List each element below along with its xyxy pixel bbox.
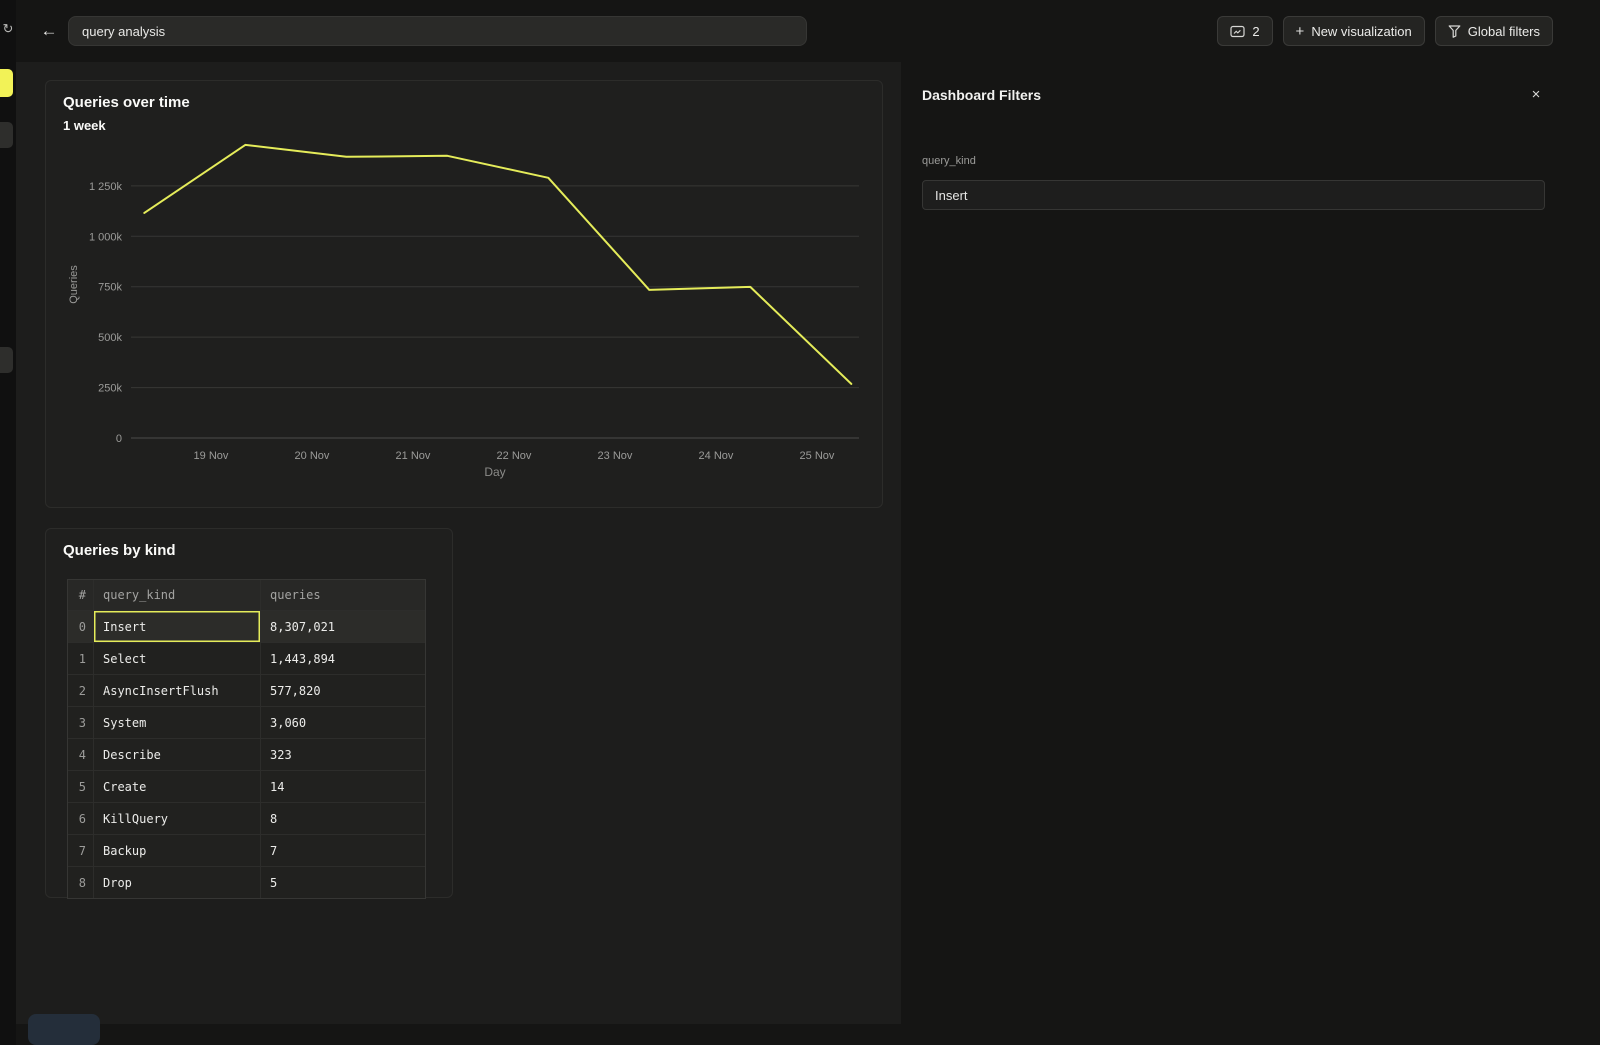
query-kind-cell[interactable]: Describe: [94, 739, 261, 770]
chart-frame-icon: [1230, 25, 1245, 38]
queries-cell: 577,820: [261, 675, 425, 706]
chart-line: [144, 145, 851, 384]
y-tick-label: 0: [116, 433, 122, 445]
query-kind-filter-input[interactable]: Insert: [922, 180, 1545, 210]
row-index: 2: [68, 675, 94, 706]
x-tick-label: 22 Nov: [497, 450, 532, 462]
row-index: 5: [68, 771, 94, 802]
table-row[interactable]: 7Backup7: [68, 834, 425, 866]
query-kind-cell[interactable]: Select: [94, 643, 261, 674]
queries-cell: 323: [261, 739, 425, 770]
filters-panel-header: Dashboard Filters ×: [922, 86, 1545, 104]
close-icon[interactable]: ×: [1527, 86, 1545, 104]
x-axis-label: Day: [484, 465, 505, 479]
x-tick-label: 20 Nov: [295, 450, 330, 462]
plus-icon: +: [1296, 24, 1305, 39]
row-index: 8: [68, 867, 94, 898]
global-filters-button[interactable]: Global filters: [1435, 16, 1553, 46]
query-kind-cell[interactable]: KillQuery: [94, 803, 261, 834]
query-kind-cell[interactable]: System: [94, 707, 261, 738]
table-row[interactable]: 6KillQuery8: [68, 802, 425, 834]
line-chart: 0 250k 500k 750k 1 000k 1 250k 19 Nov 20 Nov 21 …: [46, 131, 882, 491]
queries-cell: 8: [261, 803, 425, 834]
column-header-index[interactable]: #: [68, 580, 94, 610]
x-tick-label: 25 Nov: [800, 450, 835, 462]
x-tick-label: 23 Nov: [598, 450, 633, 462]
query-kind-filter-label: query_kind: [922, 155, 976, 167]
table-body: 0Insert8,307,0211Select1,443,8942AsyncIn…: [68, 610, 425, 898]
row-index: 0: [68, 611, 94, 642]
table-row[interactable]: 0Insert8,307,021: [68, 610, 425, 642]
bottom-left-widget[interactable]: [28, 1014, 100, 1045]
queries-cell: 8,307,021: [261, 611, 425, 642]
rail-item[interactable]: [0, 122, 13, 148]
back-button[interactable]: ←: [36, 18, 62, 44]
y-tick-label: 1 250k: [89, 181, 123, 193]
queries-cell: 7: [261, 835, 425, 866]
y-tick-label: 750k: [98, 282, 122, 294]
chart-title: Queries over time: [63, 94, 190, 111]
query-kind-cell[interactable]: Insert: [94, 611, 261, 642]
row-index: 4: [68, 739, 94, 770]
table-row[interactable]: 3System3,060: [68, 706, 425, 738]
y-tick-label: 500k: [98, 332, 122, 344]
dashboard-filters-panel: Dashboard Filters × query_kind Insert: [901, 62, 1600, 1045]
new-visualization-button[interactable]: + New visualization: [1283, 16, 1425, 46]
query-kind-cell[interactable]: Backup: [94, 835, 261, 866]
queries-cell: 14: [261, 771, 425, 802]
refresh-icon[interactable]: ↻: [0, 21, 16, 37]
left-rail: ↻: [0, 0, 16, 1045]
queries-cell: 3,060: [261, 707, 425, 738]
main-content: Queries over time 1 week 0250k500k750k1 …: [16, 62, 901, 1024]
x-tick-label: 19 Nov: [194, 450, 229, 462]
x-tick-label: 21 Nov: [396, 450, 431, 462]
app-root: ↻ ← 2 + New visualization Global filters: [0, 0, 1600, 1045]
row-index: 1: [68, 643, 94, 674]
query-kind-cell[interactable]: Create: [94, 771, 261, 802]
visualizations-count-button[interactable]: 2: [1217, 16, 1272, 46]
column-header-query-kind[interactable]: query_kind: [94, 580, 261, 610]
queries-cell: 1,443,894: [261, 643, 425, 674]
table-card: Queries by kind # query_kind queries 0In…: [45, 528, 453, 898]
table-title: Queries by kind: [63, 542, 176, 559]
queries-table: # query_kind queries 0Insert8,307,0211Se…: [67, 579, 426, 899]
table-row[interactable]: 4Describe323: [68, 738, 425, 770]
new-visualization-label: New visualization: [1311, 24, 1411, 39]
column-header-queries[interactable]: queries: [261, 580, 425, 610]
queries-cell: 5: [261, 867, 425, 898]
row-index: 7: [68, 835, 94, 866]
rail-item[interactable]: [0, 347, 13, 373]
row-index: 6: [68, 803, 94, 834]
query-kind-cell[interactable]: AsyncInsertFlush: [94, 675, 261, 706]
rail-item-active[interactable]: [0, 69, 13, 97]
pages-count: 2: [1252, 24, 1259, 39]
filters-panel-title: Dashboard Filters: [922, 87, 1041, 103]
table-row[interactable]: 1Select1,443,894: [68, 642, 425, 674]
table-row[interactable]: 5Create14: [68, 770, 425, 802]
query-kind-cell[interactable]: Drop: [94, 867, 261, 898]
topbar-actions: 2 + New visualization Global filters: [1217, 16, 1553, 46]
table-row[interactable]: 2AsyncInsertFlush577,820: [68, 674, 425, 706]
chart-card: Queries over time 1 week 0250k500k750k1 …: [45, 80, 883, 508]
y-tick-label: 1 000k: [89, 231, 123, 243]
global-filters-label: Global filters: [1468, 24, 1540, 39]
table-header-row: # query_kind queries: [68, 580, 425, 610]
dashboard-title-input[interactable]: [68, 16, 807, 46]
funnel-icon: [1448, 24, 1461, 38]
row-index: 3: [68, 707, 94, 738]
y-tick-label: 250k: [98, 383, 122, 395]
y-axis-label: Queries: [68, 265, 80, 304]
x-tick-label: 24 Nov: [699, 450, 734, 462]
table-row[interactable]: 8Drop5: [68, 866, 425, 898]
